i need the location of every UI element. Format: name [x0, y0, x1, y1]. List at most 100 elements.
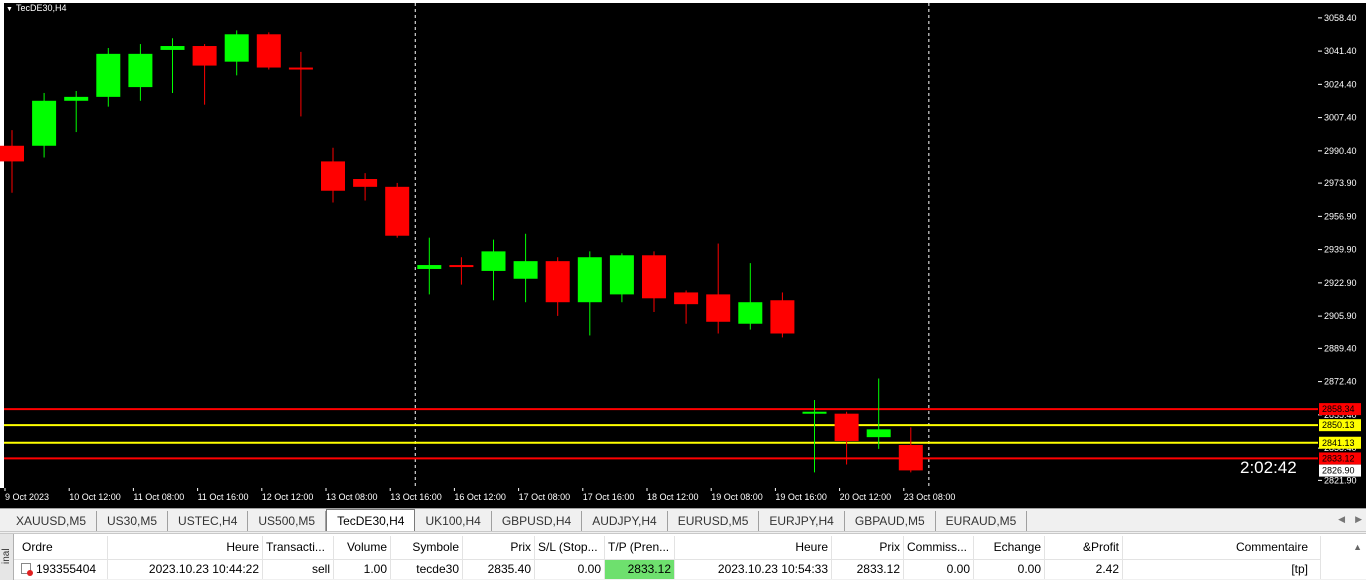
- price-tick-label: 2990.40: [1324, 146, 1357, 156]
- candle-body: [417, 265, 442, 269]
- candle-body: [160, 46, 185, 50]
- candle-body: [0, 145, 24, 162]
- col-ordre[interactable]: Ordre: [14, 536, 108, 560]
- candle-body: [642, 255, 666, 299]
- col-heure-open[interactable]: Heure: [108, 536, 263, 560]
- time-tick-label: 11 Oct 08:00: [133, 492, 184, 502]
- col-prix-open[interactable]: Prix: [463, 536, 535, 560]
- candle-body: [288, 67, 313, 70]
- price-chart[interactable]: 3058.40 3041.40 3024.40 3007.40 2990.40 2973.…: [0, 0, 1366, 508]
- col-prix-close[interactable]: Prix: [832, 536, 904, 560]
- col-symbole[interactable]: Symbole: [391, 536, 463, 560]
- candle-body: [481, 251, 506, 271]
- cell-prix-open: 2835.40: [463, 559, 535, 579]
- candle-body: [577, 257, 602, 303]
- chart-tab-uk100-h4[interactable]: UK100,H4: [415, 511, 492, 531]
- cell-type: sell: [263, 559, 334, 579]
- col-tp[interactable]: T/P (Pren...: [605, 536, 675, 560]
- chart-tab-xauusd-m5[interactable]: XAUUSD,M5: [6, 511, 98, 531]
- level-label: 2858.34: [1322, 404, 1355, 414]
- bar-countdown-timer: 2:02:42: [1240, 458, 1297, 477]
- chart-title: ▼ TecDE30,H4: [6, 3, 66, 13]
- time-tick-label: 13 Oct 16:00: [390, 492, 442, 502]
- candle-body: [192, 46, 217, 66]
- time-tick-label: 19 Oct 16:00: [775, 492, 827, 502]
- candle-body: [353, 179, 378, 187]
- cell-ordre-value: 193355404: [36, 562, 97, 576]
- price-tick-label: 2889.40: [1324, 343, 1357, 353]
- cell-symbole: tecde30: [391, 559, 463, 579]
- tab-scroll-controls[interactable]: ◀ ▶: [1338, 514, 1362, 525]
- candle-body: [898, 444, 923, 471]
- chart-tab-eurjpy-h4[interactable]: EURJPY,H4: [759, 511, 845, 531]
- cell-profit: 2.42: [1045, 559, 1123, 579]
- chart-tab-us500-m5[interactable]: US500,M5: [248, 511, 327, 531]
- candle-body: [866, 429, 891, 438]
- candle-body: [738, 302, 763, 324]
- cell-echange: 0.00: [974, 559, 1045, 579]
- candle-body: [385, 186, 410, 236]
- order-closed-icon: [21, 563, 33, 576]
- cell-tp: 2833.12: [605, 559, 675, 579]
- price-tick-label: 2821.90: [1324, 475, 1357, 485]
- price-tick-label: 3007.40: [1324, 113, 1357, 123]
- price-tick-label: 3041.40: [1324, 46, 1357, 56]
- plot-area: [4, 3, 1318, 488]
- chart-menu-arrow-icon[interactable]: ▼: [6, 6, 13, 13]
- scroll-left-icon[interactable]: ◀: [1338, 514, 1345, 525]
- col-transaction[interactable]: Transacti...: [263, 536, 334, 560]
- chart-tab-gbpusd-h4[interactable]: GBPUSD,H4: [492, 511, 583, 531]
- col-heure-close[interactable]: Heure: [675, 536, 832, 560]
- cell-volume: 1.00: [334, 559, 391, 579]
- scroll-up-icon[interactable]: ▲: [1353, 542, 1362, 552]
- cell-heure-open: 2023.10.23 10:44:22: [108, 559, 263, 579]
- cell-heure-close: 2023.10.23 10:54:33: [675, 559, 832, 579]
- level-label: 2833.12: [1322, 453, 1355, 463]
- candle-body: [321, 161, 345, 191]
- chart-tab-eurusd-m5[interactable]: EURUSD,M5: [668, 511, 760, 531]
- chart-tab-gbpaud-m5[interactable]: GBPAUD,M5: [845, 511, 936, 531]
- chart-tab-tecde30-h4[interactable]: TecDE30,H4: [326, 509, 416, 531]
- terminal-side-bar[interactable]: inal: [0, 534, 14, 580]
- chart-window[interactable]: 3058.40 3041.40 3024.40 3007.40 2990.40 2973.…: [0, 0, 1366, 508]
- candle-body: [449, 265, 474, 268]
- chart-tab-ustec-h4[interactable]: USTEC,H4: [168, 511, 249, 531]
- candle-body: [32, 100, 57, 146]
- level-label: 2850.13: [1322, 420, 1355, 430]
- cell-commission: 0.00: [904, 559, 974, 579]
- col-echange[interactable]: Echange: [974, 536, 1045, 560]
- candle-body: [706, 294, 731, 322]
- candle-body: [674, 292, 699, 305]
- candle-body: [64, 96, 89, 101]
- price-tick-label: 3024.40: [1324, 79, 1357, 89]
- price-tick-label: 2939.90: [1324, 245, 1357, 255]
- current-price-label: 2826.90: [1322, 466, 1355, 476]
- candle-body: [770, 300, 795, 334]
- price-tick-label: 2922.90: [1324, 278, 1357, 288]
- time-tick-label: 16 Oct 12:00: [454, 492, 506, 502]
- col-sl[interactable]: S/L (Stop...: [535, 536, 605, 560]
- candle-body: [96, 53, 121, 97]
- level-label: 2841.13: [1322, 438, 1355, 448]
- time-tick-label: 10 Oct 12:00: [69, 492, 121, 502]
- candle-body: [128, 53, 153, 88]
- col-commentaire[interactable]: Commentaire: [1123, 536, 1321, 560]
- time-tick-label: 20 Oct 12:00: [840, 492, 892, 502]
- chart-tab-audjpy-h4[interactable]: AUDJPY,H4: [582, 511, 668, 531]
- candle-body: [802, 411, 827, 414]
- col-commission[interactable]: Commiss...: [904, 536, 974, 560]
- time-tick-label: 23 Oct 08:00: [904, 492, 956, 502]
- history-row[interactable]: 193355404 2023.10.23 10:44:22 sell 1.00 …: [14, 559, 1366, 579]
- price-tick-label: 2973.90: [1324, 178, 1357, 188]
- time-tick-label: 18 Oct 12:00: [647, 492, 699, 502]
- chart-tab-us30-m5[interactable]: US30,M5: [97, 511, 169, 531]
- chart-tab-euraud-m5[interactable]: EURAUD,M5: [936, 511, 1028, 531]
- history-header-row: Ordre Heure Transacti... Volume Symbole …: [14, 536, 1366, 560]
- chart-symbol-label: TecDE30,H4: [15, 3, 67, 13]
- col-volume[interactable]: Volume: [334, 536, 391, 560]
- col-profit[interactable]: &Profit: [1045, 536, 1123, 560]
- scroll-right-icon[interactable]: ▶: [1355, 514, 1362, 525]
- candle-body: [224, 34, 249, 62]
- candle-body: [256, 34, 281, 68]
- candle-body: [513, 261, 538, 279]
